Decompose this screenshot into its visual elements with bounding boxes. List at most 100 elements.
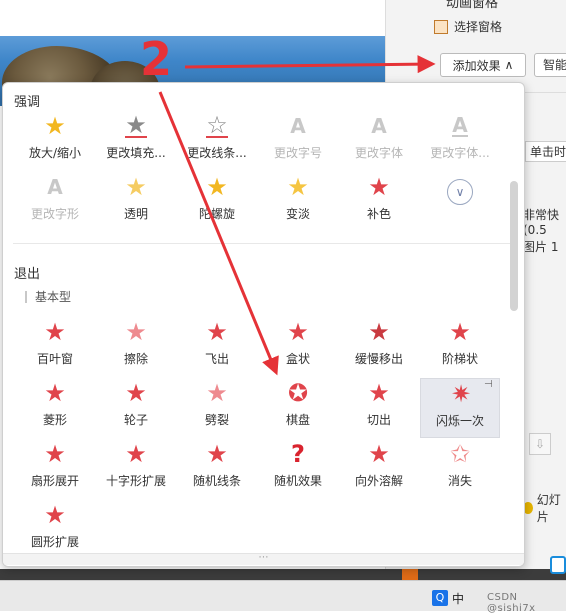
disappear-star-icon: ✩ (449, 440, 471, 468)
effect-circle-expand[interactable]: ★ 圆形扩展 (15, 500, 95, 560)
random-effect-question-icon: ? (291, 440, 305, 468)
effect-label: 随机效果 (273, 474, 322, 488)
change-line-star-icon: ☆ (206, 111, 228, 139)
effect-label: 盒状 (285, 352, 310, 366)
add-effect-button[interactable]: 添加效果 ∧ (440, 53, 526, 77)
circle-expand-star-icon: ★ (44, 501, 66, 529)
select-pane-icon (434, 19, 448, 34)
select-pane-label: 选择窗格 (454, 20, 503, 34)
pane-title: 动画窗格 (446, 0, 499, 11)
fly-out-star-icon: ★ (206, 318, 228, 346)
effect-disappear[interactable]: ✩ 消失 (420, 439, 500, 499)
chevron-up-icon: ∧ (504, 58, 514, 72)
crawl-out-star-icon: ★ (368, 318, 390, 346)
effect-complementary-color[interactable]: ★ 补色 (339, 172, 419, 232)
section-divider (13, 243, 511, 244)
effect-label: 缓慢移出 (354, 352, 403, 366)
resize-grip[interactable]: ⋯ (3, 553, 524, 565)
effect-diamond[interactable]: ★ 菱形 (15, 378, 95, 438)
effect-label: 陀螺旋 (198, 207, 235, 221)
effect-change-line[interactable]: ☆ 更改线条... (177, 111, 257, 171)
effect-label: 擦除 (123, 352, 148, 366)
effect-fly-out[interactable]: ★ 飞出 (177, 317, 257, 377)
search-app-icon[interactable]: Q (432, 590, 448, 606)
change-font-color-icon: A (452, 113, 468, 137)
chevron-down-circle-icon: ∨ (447, 179, 473, 205)
blinds-star-icon: ★ (44, 318, 66, 346)
more-emphasis-button[interactable]: ∨ (420, 172, 500, 232)
checkerboard-star-icon: ✪ (287, 379, 309, 407)
effect-label: 补色 (366, 207, 391, 221)
effect-wheel[interactable]: ★ 轮子 (96, 378, 176, 438)
change-fill-star-icon: ★ (125, 111, 147, 139)
effect-label: 向外溶解 (354, 474, 403, 488)
effect-label: 更改字号 (273, 146, 322, 160)
effect-change-font[interactable]: A 更改字体 (339, 111, 419, 171)
effect-change-font-size[interactable]: A 更改字号 (258, 111, 338, 171)
spin-star-icon: ★ (206, 173, 228, 201)
effect-label: 扇形展开 (30, 474, 79, 488)
fan-out-star-icon: ★ (44, 440, 66, 468)
transparency-star-icon: ★ (125, 173, 147, 201)
effect-lighten[interactable]: ★ 变淡 (258, 172, 338, 232)
effect-fan-out[interactable]: ★ 扇形展开 (15, 439, 95, 499)
change-font-size-icon: A (290, 114, 306, 138)
effect-cut[interactable]: ★ 切出 (339, 378, 419, 438)
add-effect-dropdown: 强调 ★ 放大/缩小 ★ 更改填充... ☆ 更改线条... A 更改字号 A … (2, 82, 525, 567)
effect-random-effect[interactable]: ? 随机效果 (258, 439, 338, 499)
input-method-indicator[interactable]: 中 (452, 590, 464, 607)
taskbar (0, 580, 566, 611)
effect-label: 更改字体... (430, 146, 490, 160)
grow-shrink-star-icon: ★ (44, 112, 66, 140)
change-font-icon: A (371, 114, 387, 138)
add-effect-label: 添加效果 (452, 58, 501, 73)
smart-label: 智能 (543, 58, 566, 72)
smart-animation-button[interactable]: 智能 (534, 53, 566, 77)
effect-change-fill[interactable]: ★ 更改填充... (96, 111, 176, 171)
effect-random-bars[interactable]: ★ 随机线条 (177, 439, 257, 499)
effect-box[interactable]: ★ 盒状 (258, 317, 338, 377)
effect-label: 放大/缩小 (28, 146, 82, 160)
effect-label: 圆形扩展 (30, 535, 79, 549)
effect-label: 闪烁一次 (435, 414, 484, 428)
move-down-icon[interactable]: ⇩ (529, 433, 551, 455)
effect-change-font-color[interactable]: A 更改字体... (420, 111, 500, 171)
effect-label: 阶梯状 (441, 352, 478, 366)
effect-crawl-out[interactable]: ★ 缓慢移出 (339, 317, 419, 377)
diagonal-squares-star-icon: ★ (449, 318, 471, 346)
effect-split[interactable]: ★ 劈裂 (177, 378, 257, 438)
effect-grow-shrink[interactable]: ★ 放大/缩小 (15, 111, 95, 171)
effect-plus-expand[interactable]: ★ 十字形扩展 (96, 439, 176, 499)
plus-expand-star-icon: ★ (125, 440, 147, 468)
effect-label: 变淡 (285, 207, 310, 221)
emphasis-section-title: 强调 (14, 95, 41, 110)
effect-dissolve-out[interactable]: ★ 向外溶解 (339, 439, 419, 499)
effect-checkerboard[interactable]: ✪ 棋盘 (258, 378, 338, 438)
effect-diagonal-squares[interactable]: ★ 阶梯状 (420, 317, 500, 377)
effect-transparency[interactable]: ★ 透明 (96, 172, 176, 232)
effect-label: 更改线条... (187, 146, 247, 160)
start-select[interactable]: 单击时 (525, 141, 566, 162)
effect-label: 十字形扩展 (105, 474, 166, 488)
annotation-step-number: 2 (140, 32, 173, 86)
effect-label: 随机线条 (192, 474, 241, 488)
effect-change-font-style[interactable]: A 更改字形 (15, 172, 95, 232)
animation-list-item[interactable]: 图片 1 (523, 238, 558, 255)
lighten-star-icon: ★ (287, 173, 309, 201)
effect-label: 切出 (366, 413, 391, 427)
dropdown-scrollbar-thumb[interactable] (510, 181, 518, 311)
select-pane-button[interactable]: 选择窗格 (434, 18, 502, 35)
random-bars-star-icon: ★ (206, 440, 228, 468)
effect-wipe[interactable]: ★ 擦除 (96, 317, 176, 377)
effect-blinds[interactable]: ★ 百叶窗 (15, 317, 95, 377)
effect-label: 透明 (123, 207, 148, 221)
speed-select[interactable]: 非常快(0.5 (523, 206, 566, 237)
corner-app-icon[interactable] (550, 556, 566, 574)
split-star-icon: ★ (206, 379, 228, 407)
effect-label: 劈裂 (204, 413, 229, 427)
effect-label: 飞出 (204, 352, 229, 366)
slideshow-button[interactable]: 幻灯片 (523, 491, 566, 525)
diamond-star-icon: ★ (44, 379, 66, 407)
effect-spin[interactable]: ★ 陀螺旋 (177, 172, 257, 232)
pin-icon[interactable]: ⊣ (484, 379, 493, 390)
